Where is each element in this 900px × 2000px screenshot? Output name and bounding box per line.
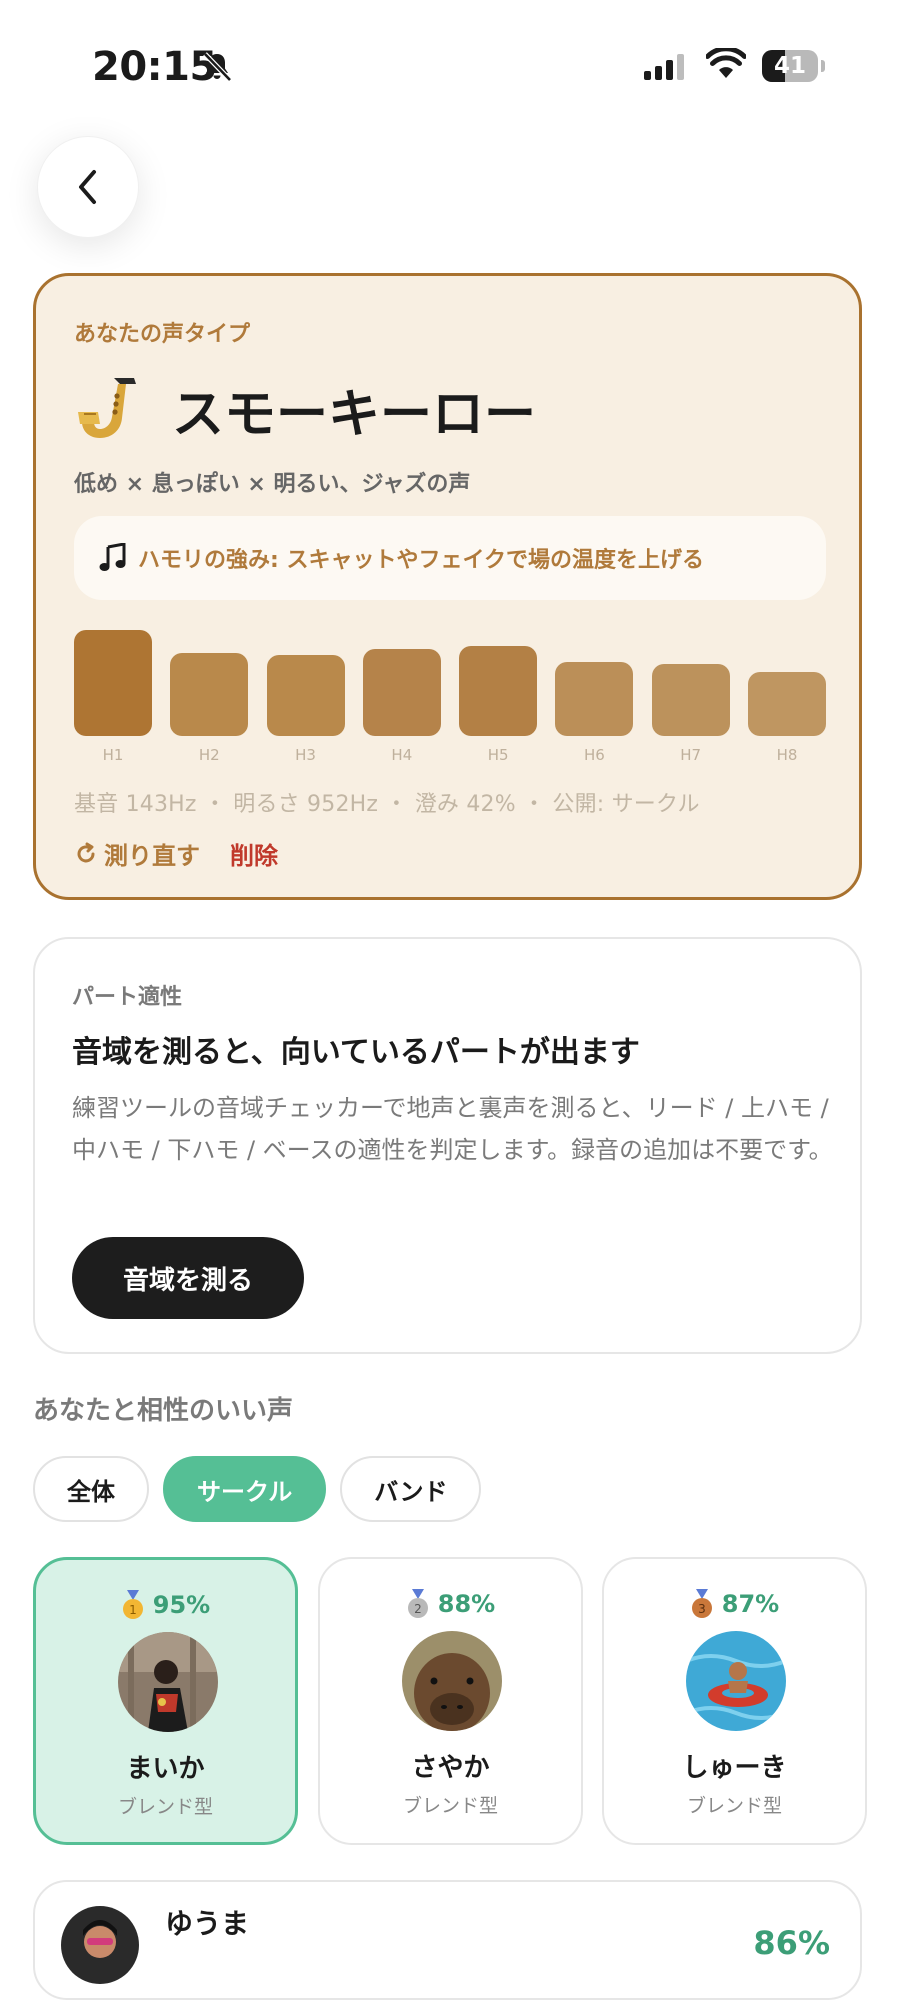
bell-muted-icon: [203, 52, 232, 82]
back-button[interactable]: [37, 136, 139, 238]
part-suitability-card: パート適性 音域を測ると、向いているパートが出ます 練習ツールの音域チェッカーで…: [33, 937, 862, 1354]
match-name: しゅーき: [682, 1753, 787, 1783]
battery-percent: 41: [773, 53, 806, 79]
harmonic-bar-fill: [748, 672, 826, 736]
avatar: [61, 1906, 139, 1984]
match-type: ブレンド型: [402, 1795, 498, 1817]
match-rank: 3 87%: [604, 1589, 865, 1619]
remeasure-button[interactable]: 測り直す: [74, 836, 200, 871]
match-type: ブレンド型: [686, 1795, 782, 1817]
harmony-strength-text: ハモリの強み: スキャットやフェイクで場の温度を上げる: [138, 548, 705, 573]
avatar: [118, 1632, 218, 1732]
match-type: ブレンド型: [117, 1796, 213, 1818]
harmonic-bar-fill: [362, 649, 441, 736]
voice-type-subtitle: 低め × 息っぽい × 明るい、ジャズの声: [74, 472, 471, 497]
delete-button[interactable]: 削除: [230, 836, 278, 871]
filter-chip-all[interactable]: 全体: [33, 1456, 149, 1522]
match-card-3[interactable]: 3 87% しゅーき ブレンド型: [602, 1557, 867, 1845]
harmonic-bar-h5: [459, 630, 538, 764]
wifi-icon: [706, 48, 746, 78]
music-note-icon: [99, 543, 126, 571]
voice-metrics: 基音 143Hz ・ 明るさ 952Hz ・ 澄み 42% ・ 公開: サークル: [74, 792, 700, 817]
harmonic-label: H5: [487, 746, 509, 764]
avatar: [686, 1631, 786, 1731]
voice-type-title: スモーキーロー: [172, 385, 537, 445]
chevron-left-icon: [79, 170, 96, 204]
voice-type-card: あなたの声タイプ スモーキーロー 低め × 息っぽい × 明るい、ジャズの声 ハ…: [33, 273, 862, 900]
filter-chip-band[interactable]: バンド: [340, 1456, 482, 1522]
part-suitability-title: 音域を測ると、向いているパートが出ます: [72, 1035, 640, 1070]
harmonic-bar-h2: [170, 630, 249, 764]
harmony-strength-box: ハモリの強み: スキャットやフェイクで場の温度を上げる: [74, 516, 826, 600]
part-suitability-eyebrow: パート適性: [72, 985, 183, 1010]
avatar: [402, 1631, 502, 1731]
svg-text:1: 1: [129, 1603, 137, 1617]
voice-type-eyebrow: あなたの声タイプ: [74, 322, 251, 347]
refresh-icon: [77, 842, 95, 862]
match-rank: 1 95%: [36, 1590, 295, 1620]
battery-indicator: 41: [762, 50, 818, 82]
remeasure-label: 測り直す: [104, 842, 200, 870]
harmonic-bar-h3: [266, 630, 345, 764]
match-list-item[interactable]: ゆうま 86%: [33, 1880, 862, 2000]
part-suitability-body: 練習ツールの音域チェッカーで地声と裏声を測ると、リード / 上ハモ / 中ハモ …: [72, 1094, 833, 1164]
harmonic-bar-fill: [170, 653, 249, 736]
match-percent: 86%: [753, 1924, 830, 1962]
compatibility-heading: あなたと相性のいい声: [33, 1396, 294, 1426]
match-name: ゆうま: [165, 1907, 250, 1940]
voice-actions: 測り直す 削除: [74, 836, 278, 871]
harmonic-bar-fill: [74, 630, 152, 736]
signal-icon: [644, 54, 684, 80]
harmonic-bar-h1: [74, 630, 152, 764]
match-percent: 95%: [152, 1591, 211, 1619]
match-percent: 87%: [721, 1590, 780, 1618]
harmonic-bar-fill: [266, 655, 345, 736]
bronze-medal-icon: 3: [691, 1589, 712, 1618]
harmonic-label: H8: [776, 746, 798, 764]
match-card-1[interactable]: 1 95% まいか ブレンド型: [33, 1557, 298, 1845]
harmonic-bar-fill: [459, 646, 538, 736]
harmonic-bar-h7: [651, 630, 730, 764]
match-percent: 88%: [437, 1590, 496, 1618]
match-card-2[interactable]: 2 88% さやか ブレンド型: [318, 1557, 583, 1845]
harmonic-label: H2: [198, 746, 220, 764]
compatibility-filter-chips: 全体 サークル バンド: [33, 1456, 482, 1522]
harmonic-label: H7: [680, 746, 702, 764]
harmonic-bar-h8: [748, 630, 826, 764]
harmonic-bar-fill: [555, 662, 634, 736]
measure-range-button[interactable]: 音域を測る: [72, 1237, 304, 1319]
match-name: まいか: [126, 1754, 205, 1784]
harmonic-labels: H1 H2 H3 H4 H5 H6 H7 H8: [74, 746, 826, 766]
svg-text:2: 2: [414, 1602, 422, 1616]
status-time: 20:15: [92, 44, 217, 90]
match-name: さやか: [411, 1753, 490, 1783]
harmonic-label: H4: [391, 746, 413, 764]
gold-medal-icon: 1: [122, 1590, 143, 1619]
harmonic-bar-fill: [651, 664, 730, 736]
harmonic-label: H1: [102, 746, 124, 764]
harmonic-bar-h6: [555, 630, 634, 764]
saxophone-icon: [78, 378, 136, 438]
battery-nub: [821, 60, 825, 72]
match-rank: 2 88%: [320, 1589, 581, 1619]
harmonic-label: H6: [584, 746, 605, 764]
harmonic-bar-h4: [362, 630, 441, 764]
harmonic-label: H3: [295, 746, 316, 764]
harmonic-bars: [74, 630, 826, 764]
svg-text:3: 3: [698, 1602, 706, 1616]
filter-chip-circle[interactable]: サークル: [163, 1456, 327, 1522]
silver-medal-icon: 2: [407, 1589, 428, 1618]
